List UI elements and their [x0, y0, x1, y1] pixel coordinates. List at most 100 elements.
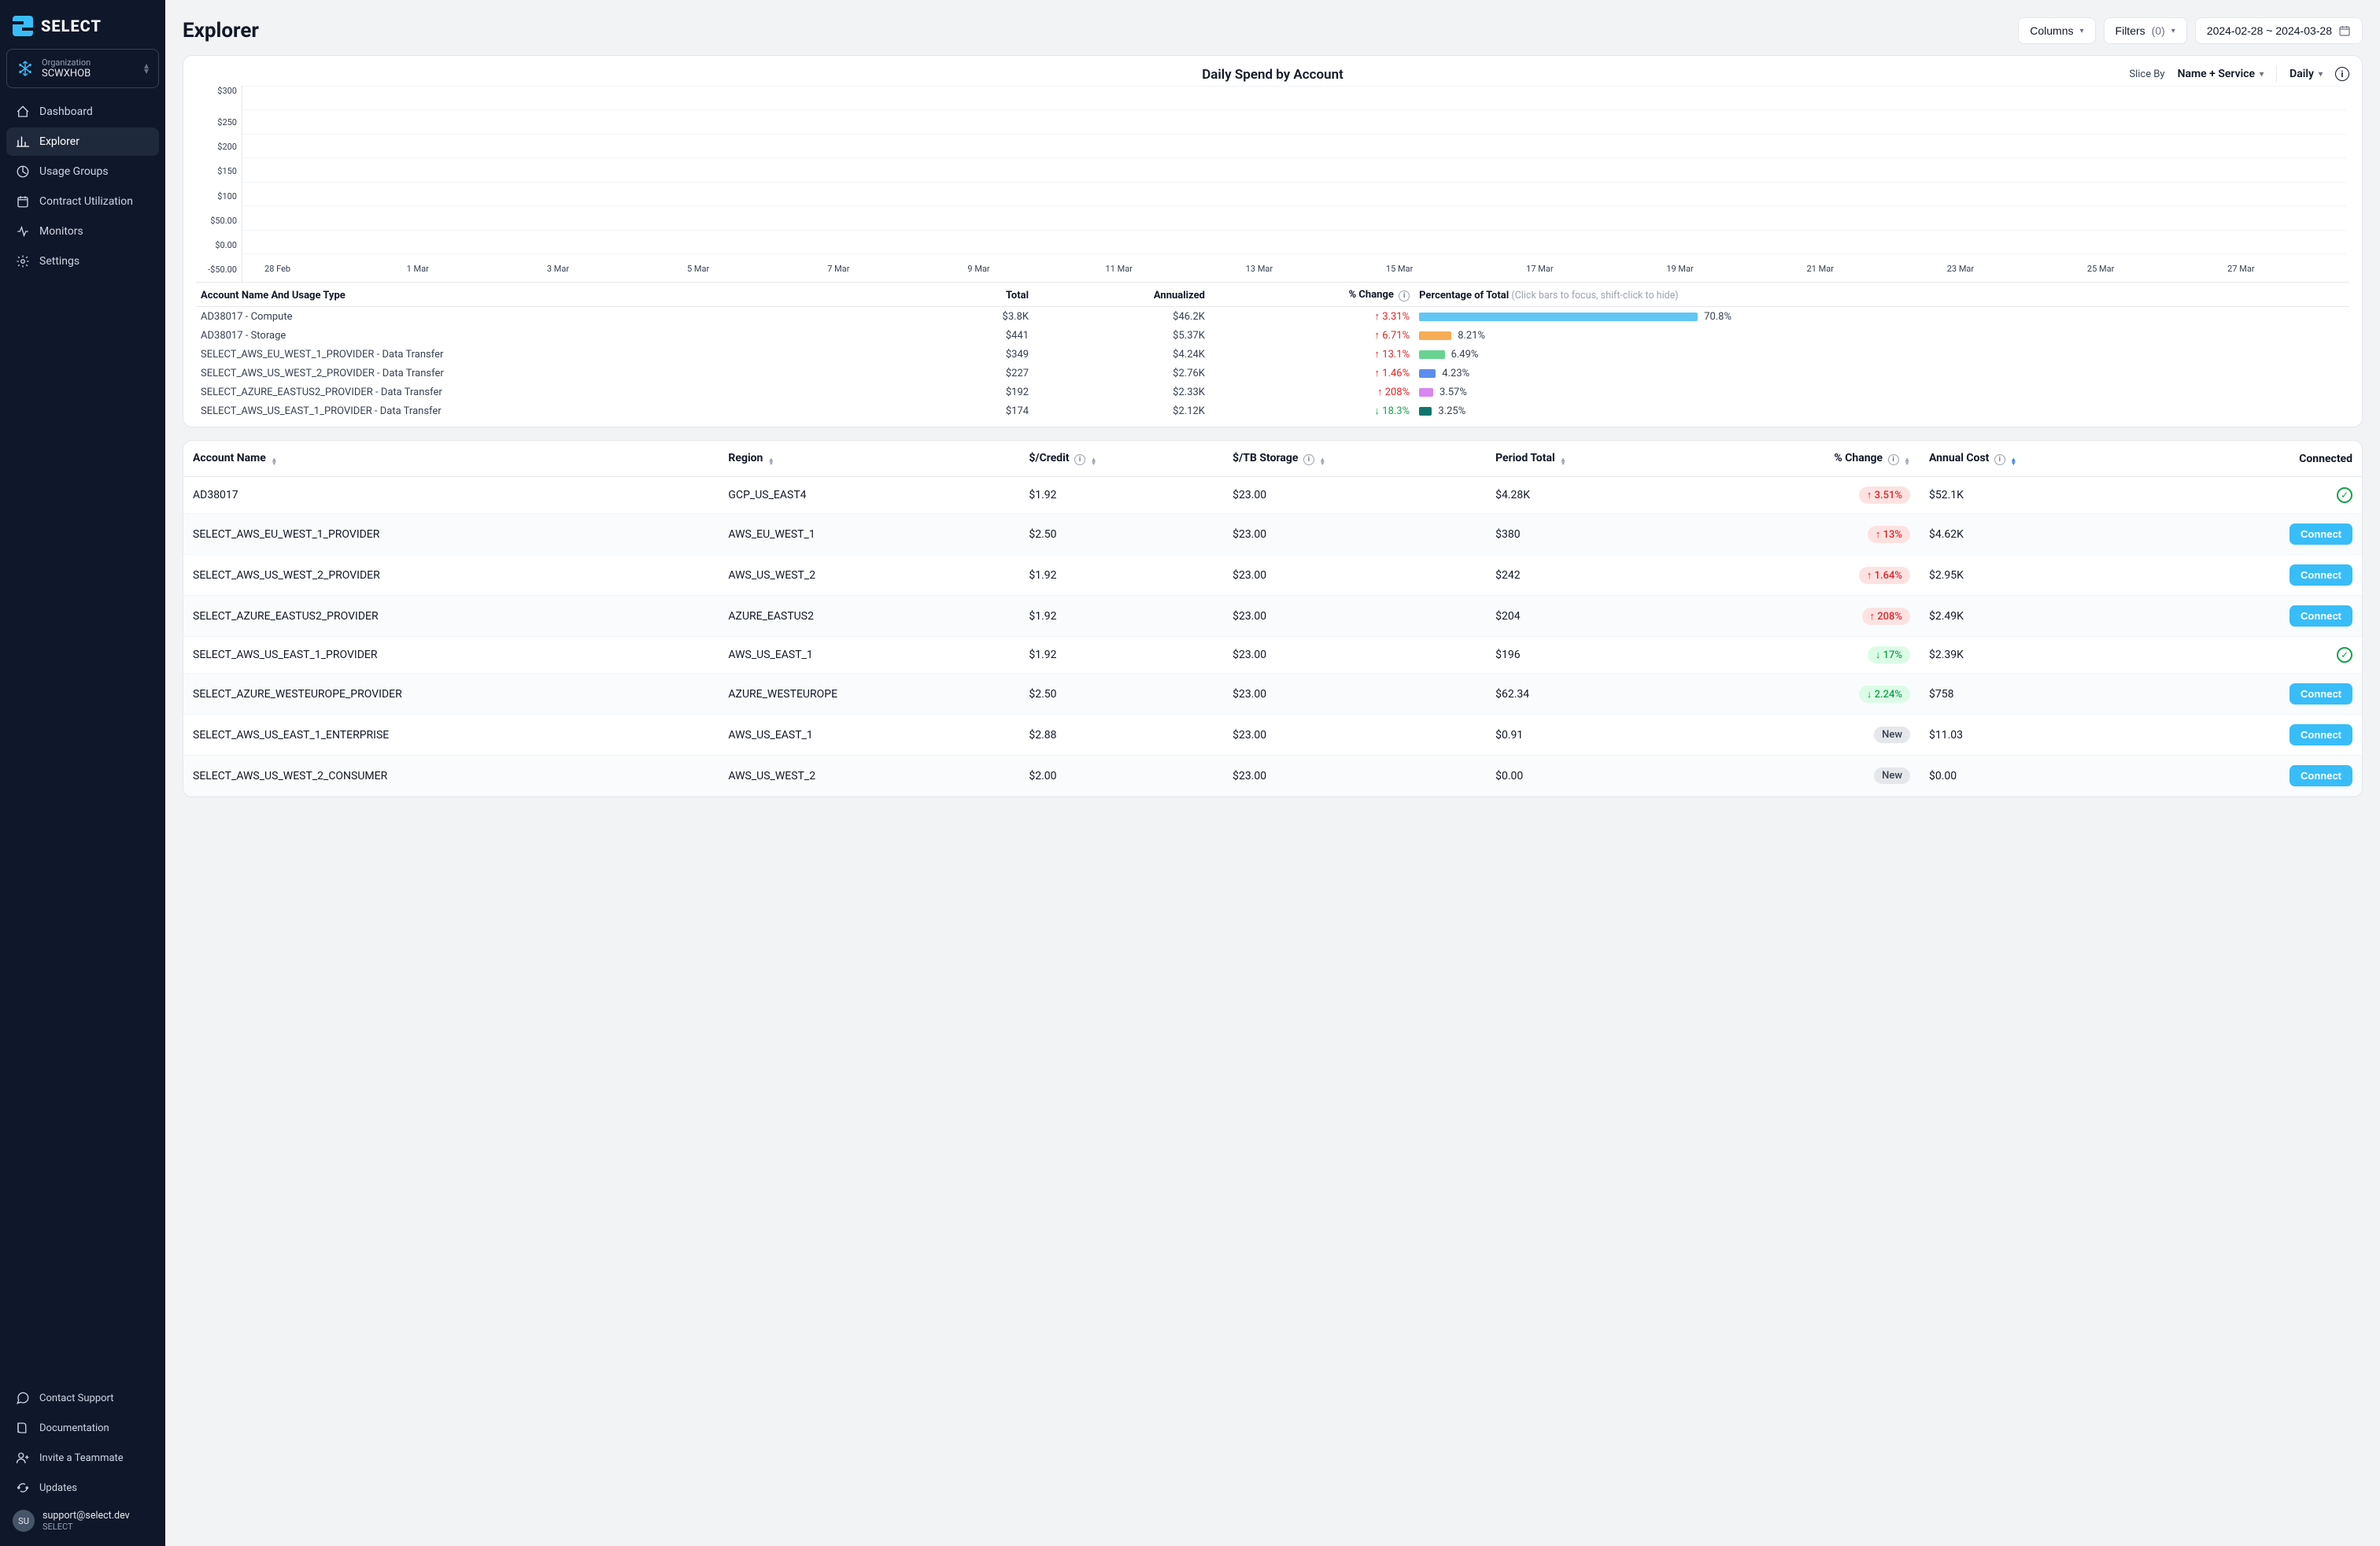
sidebar-item-settings[interactable]: Settings: [6, 247, 159, 276]
connect-button[interactable]: Connect: [2289, 605, 2352, 627]
x-tick: 1 Mar: [407, 264, 429, 274]
bar[interactable]: [1857, 0, 1923, 253]
th-period[interactable]: Period Total ▲▼: [1486, 441, 1697, 477]
bar[interactable]: [2138, 0, 2203, 253]
y-tick: $300: [196, 86, 242, 110]
info-icon: i: [1399, 290, 1410, 301]
bar[interactable]: [736, 0, 801, 253]
bar[interactable]: [596, 0, 661, 253]
sidebar-item-invite-a-teammate[interactable]: Invite a Teammate: [6, 1444, 159, 1472]
sidebar-item-explorer[interactable]: Explorer: [6, 128, 159, 156]
sort-icon: ▲▼: [1319, 457, 1325, 465]
chart[interactable]: $300$250$200$150$100$50.00$0.00-$50.00 2…: [196, 86, 2349, 283]
th-storage[interactable]: $/TB Storage i ▲▼: [1223, 441, 1486, 477]
table-row: AD38017 GCP_US_EAST4 $1.92 $23.00 $4.28K…: [183, 477, 2362, 514]
sidebar-item-updates[interactable]: Updates: [6, 1474, 159, 1502]
y-tick: $100: [196, 184, 242, 209]
bar[interactable]: [876, 0, 941, 253]
legend-th-total[interactable]: Total: [929, 283, 1033, 307]
connect-button[interactable]: Connect: [2289, 724, 2352, 745]
user-email: support@select.dev: [42, 1510, 130, 1522]
nav-icon: [16, 194, 30, 209]
org-switcher[interactable]: Organization SCWXHOB ▴▾: [6, 49, 159, 88]
bar[interactable]: [1226, 0, 1292, 253]
table-row: SELECT_AZURE_EASTUS2_PROVIDER AZURE_EAST…: [183, 596, 2362, 637]
bar[interactable]: [1016, 0, 1081, 253]
bar[interactable]: [2068, 0, 2133, 253]
avatar: SU: [13, 1510, 35, 1532]
bar[interactable]: [2278, 0, 2343, 253]
sidebar-item-dashboard[interactable]: Dashboard: [6, 98, 159, 126]
legend-th-name[interactable]: Account Name And Usage Type: [196, 283, 929, 307]
y-tick: $50.00: [196, 209, 242, 233]
y-tick: $250: [196, 110, 242, 135]
bar[interactable]: [2208, 0, 2273, 253]
bar[interactable]: [666, 0, 731, 253]
bar[interactable]: [1717, 0, 1783, 253]
th-connected[interactable]: Connected: [2170, 441, 2362, 477]
bar[interactable]: [1296, 0, 1362, 253]
bar[interactable]: [1156, 0, 1221, 253]
th-credit[interactable]: $/Credit i ▲▼: [1019, 441, 1223, 477]
sidebar-item-label: Usage Groups: [39, 165, 109, 178]
change-pill: New: [1874, 767, 1910, 784]
bar[interactable]: [1787, 0, 1853, 253]
bar[interactable]: [1647, 0, 1713, 253]
x-tick: 28 Feb: [264, 264, 290, 274]
th-account-name[interactable]: Account Name ▲▼: [183, 441, 719, 477]
info-icon: i: [1303, 454, 1314, 465]
bar[interactable]: [526, 0, 591, 253]
x-tick: 27 Mar: [2227, 264, 2254, 274]
th-region[interactable]: Region ▲▼: [719, 441, 1019, 477]
legend-row[interactable]: SELECT_AWS_US_EAST_1_PROVIDER - Data Tra…: [196, 401, 2349, 420]
main: Explorer Columns ▾ Filters (0) ▾ 2024-02…: [165, 0, 2380, 1546]
legend-row[interactable]: SELECT_AWS_EU_WEST_1_PROVIDER - Data Tra…: [196, 345, 2349, 364]
y-tick: $0.00: [196, 233, 242, 257]
bar[interactable]: [806, 0, 871, 253]
chevron-updown-icon: ▴▾: [144, 63, 149, 74]
bar[interactable]: [246, 0, 311, 253]
connect-button[interactable]: Connect: [2289, 683, 2352, 705]
x-tick: 13 Mar: [1246, 264, 1273, 274]
sidebar-item-label: Dashboard: [39, 105, 93, 118]
bar[interactable]: [316, 0, 381, 253]
connect-button[interactable]: Connect: [2289, 523, 2352, 545]
sort-icon: ▲▼: [2010, 457, 2016, 465]
bar[interactable]: [1367, 0, 1432, 253]
org-label: Organization: [42, 57, 136, 68]
bar[interactable]: [456, 0, 521, 253]
connect-button[interactable]: Connect: [2289, 765, 2352, 786]
sidebar-item-contract-utilization[interactable]: Contract Utilization: [6, 187, 159, 216]
sidebar-item-label: Settings: [39, 255, 79, 268]
bar[interactable]: [1998, 0, 2063, 253]
bar[interactable]: [946, 0, 1011, 253]
sort-icon: ▲▼: [1904, 457, 1910, 465]
bar[interactable]: [1437, 0, 1502, 253]
info-icon: i: [1888, 454, 1899, 465]
user-block[interactable]: SU support@select.dev SELECT: [6, 1502, 159, 1535]
legend-row[interactable]: SELECT_AZURE_EASTUS2_PROVIDER - Data Tra…: [196, 383, 2349, 401]
legend-th-pct[interactable]: Percentage of Total (Click bars to focus…: [1414, 283, 2349, 307]
th-change[interactable]: % Change i ▲▼: [1697, 441, 1920, 477]
sidebar-item-monitors[interactable]: Monitors: [6, 217, 159, 246]
bar[interactable]: [1927, 0, 1993, 253]
x-axis: 28 Feb1 Mar3 Mar5 Mar7 Mar9 Mar11 Mar13 …: [242, 257, 2346, 282]
th-annual[interactable]: Annual Cost i ▲▼: [1920, 441, 2170, 477]
bar[interactable]: [1086, 0, 1151, 253]
sidebar-item-usage-groups[interactable]: Usage Groups: [6, 157, 159, 186]
bar[interactable]: [1507, 0, 1572, 253]
change-pill: ↑ 208%: [1862, 608, 1910, 625]
legend-row[interactable]: SELECT_AWS_US_WEST_2_PROVIDER - Data Tra…: [196, 364, 2349, 383]
sidebar-item-documentation[interactable]: Documentation: [6, 1414, 159, 1442]
legend-row[interactable]: AD38017 - Compute $3.8K $46.2K ↑ 3.31% 7…: [196, 307, 2349, 327]
sidebar-item-label: Documentation: [39, 1422, 109, 1434]
table-row: SELECT_AZURE_WESTEUROPE_PROVIDER AZURE_W…: [183, 674, 2362, 715]
bar[interactable]: [1577, 0, 1643, 253]
connect-button[interactable]: Connect: [2289, 564, 2352, 586]
sidebar-item-contact-support[interactable]: Contact Support: [6, 1384, 159, 1412]
nav-icon: [16, 224, 30, 239]
legend-th-change[interactable]: % Change i: [1210, 283, 1414, 307]
legend-th-annualized[interactable]: Annualized: [1033, 283, 1210, 307]
legend-row[interactable]: AD38017 - Storage $441 $5.37K ↑ 6.71% 8.…: [196, 326, 2349, 345]
bar[interactable]: [386, 0, 451, 253]
